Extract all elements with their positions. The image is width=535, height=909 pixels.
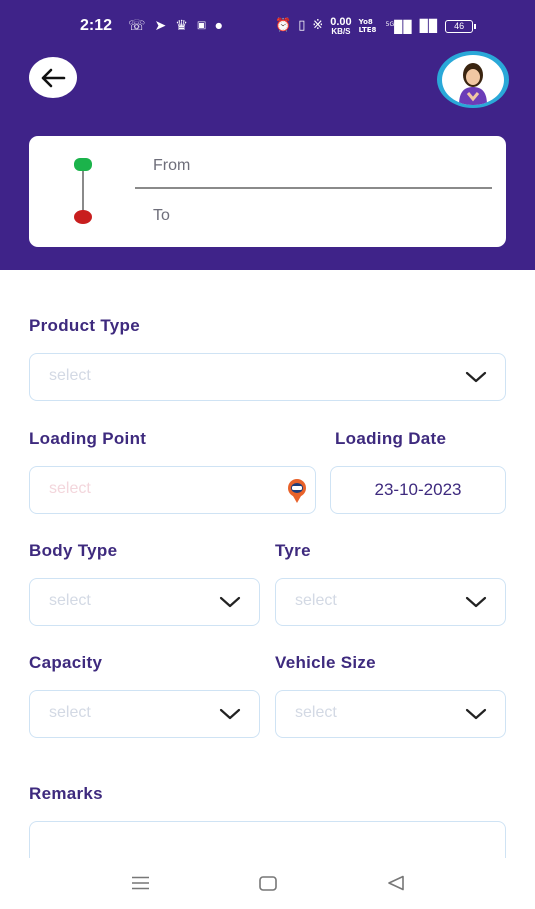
tyre-label: Tyre	[275, 541, 311, 560]
network-type: Yo8 LTE8	[358, 18, 377, 34]
assistant-avatar-icon	[459, 62, 487, 105]
status-time: 2:12	[80, 17, 113, 34]
route-divider	[135, 187, 492, 189]
tyre-select[interactable]: select	[275, 578, 506, 626]
signal-icon: ▉▉	[419, 19, 439, 33]
loading-date-input[interactable]: 23-10-2023	[330, 466, 506, 514]
app-icon: ▣	[196, 20, 207, 31]
capacity-label: Capacity	[29, 653, 103, 672]
body-type-label: Body Type	[29, 541, 118, 560]
loading-date-label: Loading Date	[335, 429, 447, 448]
to-dot	[74, 210, 92, 224]
route-connector-icon	[74, 158, 92, 224]
chevron-down-icon	[219, 708, 241, 720]
chevron-down-icon	[465, 596, 487, 608]
product-type-label: Product Type	[29, 316, 140, 335]
recent-apps-icon[interactable]	[131, 876, 150, 890]
location-pin-icon[interactable]	[285, 478, 309, 504]
from-dot	[74, 158, 92, 171]
more-dot-icon: ●	[215, 21, 223, 30]
arrow-left-icon	[41, 68, 66, 87]
back-button[interactable]	[29, 57, 77, 98]
battery-icon: 46	[445, 19, 477, 33]
chevron-down-icon	[219, 596, 241, 608]
system-navigation-bar	[0, 858, 535, 909]
remarks-label: Remarks	[29, 784, 103, 803]
body-type-select[interactable]: select	[29, 578, 260, 626]
capacity-select[interactable]: select	[29, 690, 260, 738]
whatsapp-icon: ☏	[128, 18, 146, 34]
network-speed: 0.00 KB/S	[330, 15, 352, 36]
telegram-icon: ➤	[154, 18, 167, 34]
from-input[interactable]: From	[153, 157, 190, 175]
chevron-down-icon	[465, 371, 487, 383]
signal-5g-icon: 5G▉▉	[385, 20, 413, 34]
vehicle-size-select[interactable]: select	[275, 690, 506, 738]
notification-app-icon: ♛	[175, 18, 188, 34]
header: 2:12 ☏ ➤ ♛ ▣ ● ⏰ ▯ ※ 0.00 KB/S Yo8 LTE8 …	[0, 0, 535, 270]
vibrate-icon: ▯	[298, 18, 306, 33]
loading-point-label: Loading Point	[29, 429, 147, 448]
loading-point-input[interactable]: select	[29, 466, 316, 514]
chevron-down-icon	[465, 708, 487, 720]
product-type-select[interactable]: select	[29, 353, 506, 401]
bluetooth-icon: ※	[312, 18, 324, 33]
home-icon[interactable]	[259, 876, 277, 891]
vehicle-size-label: Vehicle Size	[275, 653, 376, 672]
back-triangle-icon[interactable]	[387, 875, 405, 891]
avatar[interactable]	[437, 51, 509, 108]
alarm-icon: ⏰	[275, 18, 292, 33]
status-bar: 2:12 ☏ ➤ ♛ ▣ ● ⏰ ▯ ※ 0.00 KB/S Yo8 LTE8 …	[0, 0, 535, 54]
route-card: From To	[29, 136, 506, 247]
to-input[interactable]: To	[153, 207, 170, 225]
